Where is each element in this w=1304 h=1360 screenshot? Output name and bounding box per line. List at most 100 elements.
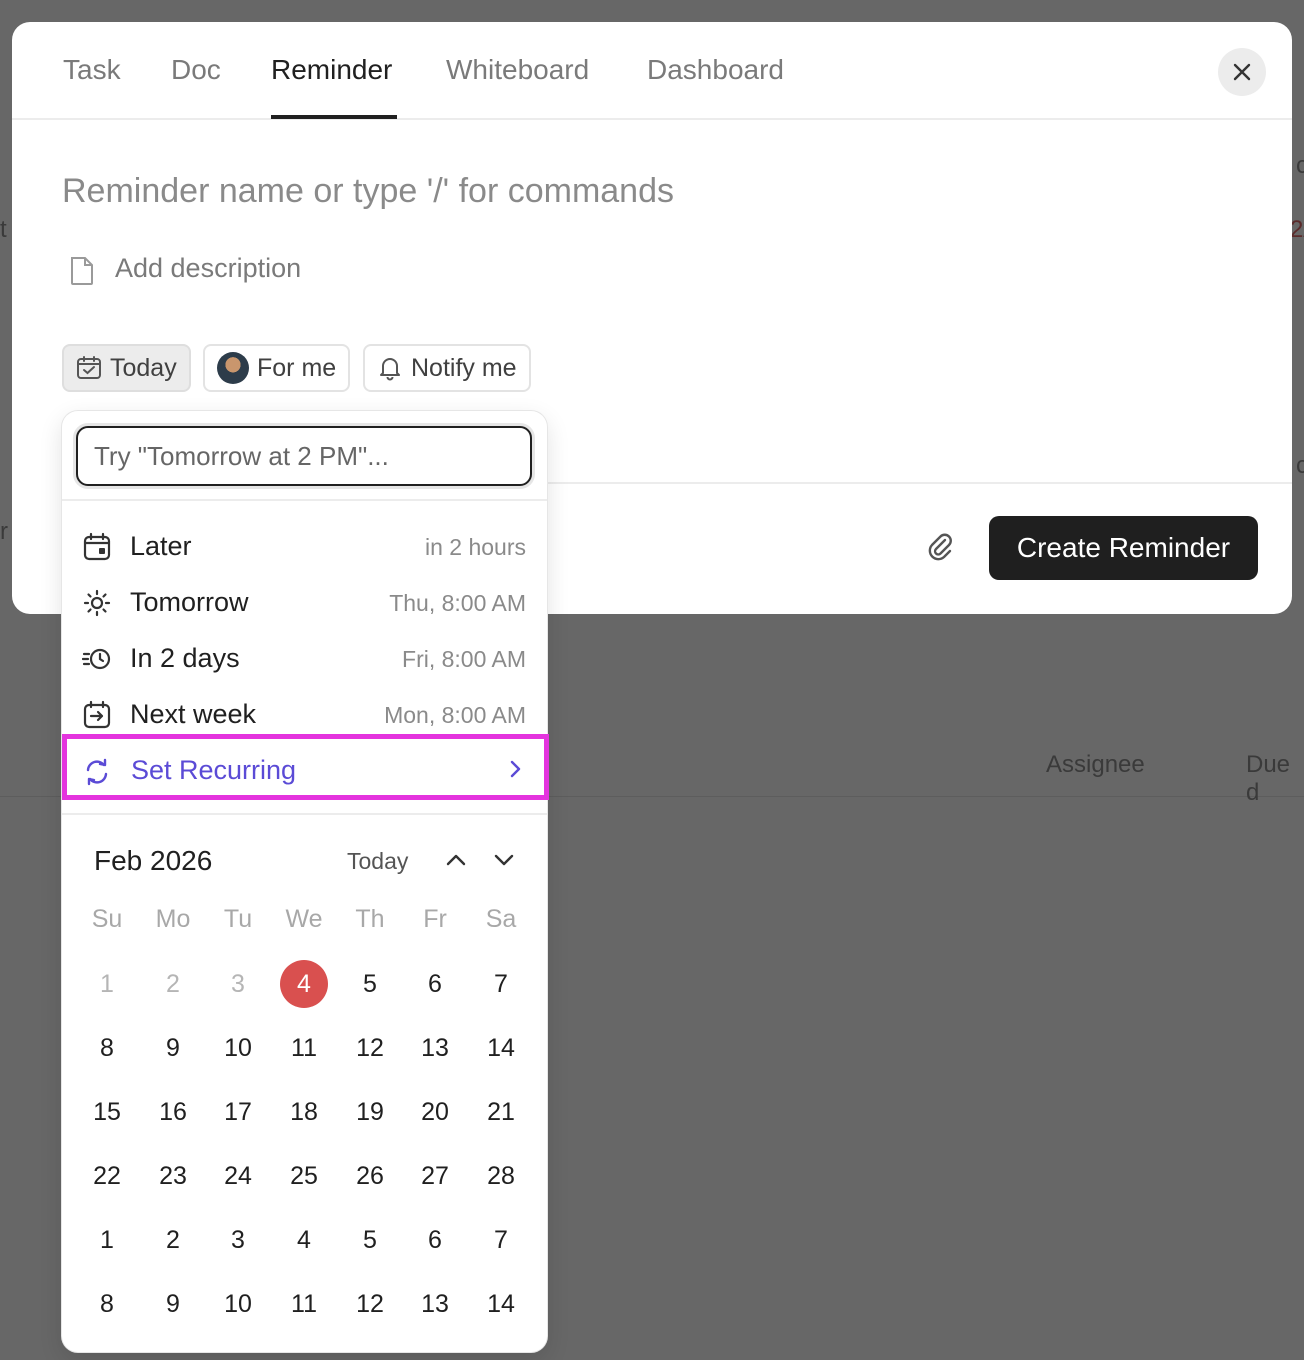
calendar-day[interactable]: 18 <box>280 1088 328 1136</box>
notify-chip-label: Notify me <box>411 353 517 382</box>
calendar-day[interactable]: 6 <box>411 960 459 1008</box>
reminder-name-input[interactable]: Reminder name or type '/' for commands <box>62 172 674 211</box>
option-tomorrow-time: Thu, 8:00 AM <box>389 590 526 616</box>
calendar-day[interactable]: 8 <box>83 1280 131 1328</box>
calendar-day[interactable]: 7 <box>477 960 525 1008</box>
calendar-day[interactable]: 13 <box>411 1024 459 1072</box>
calendar-day[interactable]: 12 <box>346 1024 394 1072</box>
option-tomorrow[interactable]: Tomorrow Thu, 8:00 AM <box>62 574 547 630</box>
calendar-arrow-icon <box>83 700 111 729</box>
calendar-day[interactable]: 12 <box>346 1280 394 1328</box>
calendar-day[interactable]: 11 <box>280 1024 328 1072</box>
calendar-day[interactable]: 22 <box>83 1152 131 1200</box>
calendar-day[interactable]: 21 <box>477 1088 525 1136</box>
add-description-field[interactable]: Add description <box>115 253 301 284</box>
chevron-right-icon <box>510 760 521 778</box>
tab-dashboard[interactable]: Dashboard <box>647 54 784 86</box>
weekday-header: Th <box>355 905 385 933</box>
option-in-2-days-label: In 2 days <box>130 643 240 673</box>
calendar-day[interactable]: 14 <box>477 1024 525 1072</box>
calendar-day[interactable]: 23 <box>149 1152 197 1200</box>
calendar-day[interactable]: 7 <box>477 1216 525 1264</box>
weekday-header: Fr <box>423 905 447 933</box>
calendar-day[interactable]: 28 <box>477 1152 525 1200</box>
background-text-fragment: r <box>0 518 8 545</box>
background-text-fragment: c <box>1296 452 1304 479</box>
calendar-day[interactable]: 24 <box>214 1152 262 1200</box>
document-icon <box>71 257 93 285</box>
calendar-day[interactable]: 6 <box>411 1216 459 1264</box>
background-text-fragment: 2/ <box>1290 216 1304 243</box>
tab-reminder[interactable]: Reminder <box>271 54 392 86</box>
calendar-day[interactable]: 27 <box>411 1152 459 1200</box>
close-button[interactable] <box>1218 48 1266 96</box>
calendar-day[interactable]: 5 <box>346 1216 394 1264</box>
calendar-day[interactable]: 1 <box>83 960 131 1008</box>
fast-clock-icon <box>82 648 111 670</box>
tab-bar: Task Doc Reminder Whiteboard Dashboard <box>12 22 1292 120</box>
calendar-day[interactable]: 8 <box>83 1024 131 1072</box>
avatar <box>217 352 249 384</box>
set-recurring-label: Set Recurring <box>131 755 297 785</box>
active-tab-indicator <box>271 115 397 119</box>
calendar-day[interactable]: 9 <box>149 1280 197 1328</box>
background-column-assignee: Assignee <box>1046 751 1145 778</box>
calendar-clock-icon <box>83 532 111 561</box>
date-chip[interactable]: Today <box>62 344 191 392</box>
calendar-day[interactable]: 11 <box>280 1280 328 1328</box>
calendar-check-icon <box>77 356 101 379</box>
create-reminder-button[interactable]: Create Reminder <box>989 516 1258 580</box>
calendar-day[interactable]: 19 <box>346 1088 394 1136</box>
dropdown-divider <box>62 813 547 815</box>
weekday-header: We <box>285 905 323 933</box>
option-later-time: in 2 hours <box>424 534 526 560</box>
calendar-day[interactable]: 20 <box>411 1088 459 1136</box>
calendar-day[interactable]: 2 <box>149 1216 197 1264</box>
calendar-day[interactable]: 14 <box>477 1280 525 1328</box>
sun-icon <box>83 589 111 617</box>
calendar-day[interactable]: 9 <box>149 1024 197 1072</box>
calendar-day[interactable]: 3 <box>214 1216 262 1264</box>
calendar-day[interactable]: 5 <box>346 960 394 1008</box>
calendar-today-button[interactable]: Today <box>347 848 408 875</box>
set-recurring-option[interactable]: Set Recurring <box>62 734 549 800</box>
option-in-2-days-time: Fri, 8:00 AM <box>402 646 526 672</box>
weekday-header: Mo <box>155 905 191 933</box>
calendar-day[interactable]: 10 <box>214 1024 262 1072</box>
calendar-day[interactable]: 13 <box>411 1280 459 1328</box>
background-text-fragment: t <box>0 216 7 243</box>
tab-task[interactable]: Task <box>63 54 121 86</box>
notify-chip[interactable]: Notify me <box>363 344 531 392</box>
option-later-label: Later <box>130 531 192 561</box>
close-icon <box>1233 63 1251 81</box>
date-picker-dropdown: Later in 2 hours Tomorrow Thu, 8:00 AM I… <box>62 411 549 1352</box>
calendar-day-today[interactable]: 4 <box>280 960 328 1008</box>
calendar-day[interactable]: 4 <box>280 1216 328 1264</box>
calendar-day[interactable]: 10 <box>214 1280 262 1328</box>
calendar-day[interactable]: 15 <box>83 1088 131 1136</box>
option-next-week-time: Mon, 8:00 AM <box>384 702 526 728</box>
option-in-2-days[interactable]: In 2 days Fri, 8:00 AM <box>62 630 547 686</box>
background-text-fragment: c <box>1296 152 1304 179</box>
tab-whiteboard[interactable]: Whiteboard <box>446 54 589 86</box>
weekday-header: Tu <box>223 905 253 933</box>
chevron-up-icon[interactable] <box>444 849 468 871</box>
calendar-day[interactable]: 1 <box>83 1216 131 1264</box>
calendar-day[interactable]: 17 <box>214 1088 262 1136</box>
chevron-down-icon[interactable] <box>492 849 516 871</box>
calendar-day[interactable]: 16 <box>149 1088 197 1136</box>
option-tomorrow-label: Tomorrow <box>130 587 249 617</box>
paperclip-icon[interactable] <box>926 532 956 564</box>
calendar-day[interactable]: 3 <box>214 960 262 1008</box>
calendar-day[interactable]: 26 <box>346 1152 394 1200</box>
option-later[interactable]: Later in 2 hours <box>62 518 547 574</box>
calendar-day[interactable]: 2 <box>149 960 197 1008</box>
date-search-input[interactable] <box>76 426 532 486</box>
calendar-day[interactable]: 25 <box>280 1152 328 1200</box>
background-column-due-date: Due d <box>1246 751 1291 806</box>
weekday-header: Sa <box>485 905 517 933</box>
footer-divider <box>546 482 1292 484</box>
assignee-chip[interactable]: For me <box>203 344 351 392</box>
tab-doc[interactable]: Doc <box>171 54 221 86</box>
dropdown-divider <box>62 499 547 501</box>
